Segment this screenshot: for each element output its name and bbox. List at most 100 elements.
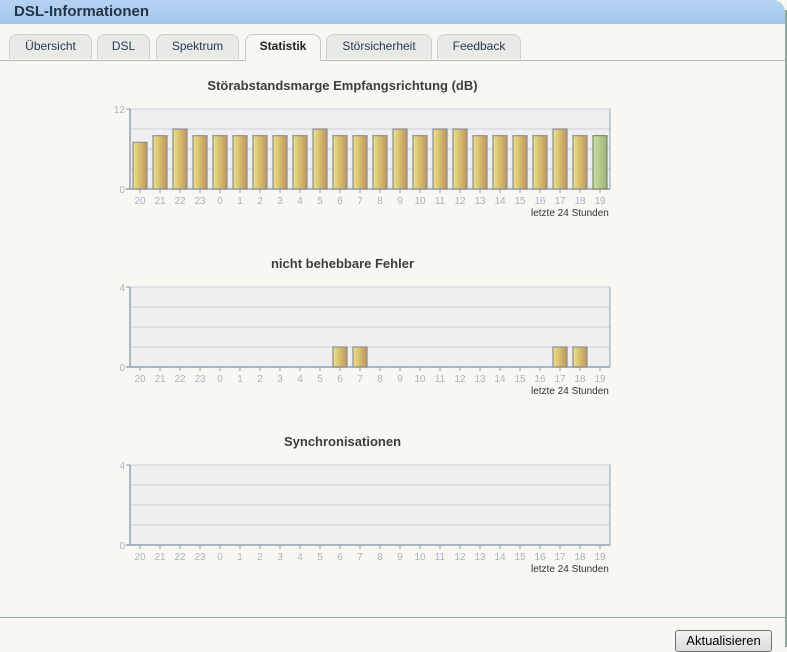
x-tick-label: 10 (414, 196, 426, 207)
x-tick-label: 21 (154, 552, 166, 563)
x-tick-label: 18 (574, 374, 586, 385)
x-tick-label: 9 (397, 374, 403, 385)
x-tick-label: 7 (357, 196, 363, 207)
bar (332, 135, 348, 190)
x-tick-label: 12 (454, 374, 466, 385)
x-tick-label: 8 (377, 196, 383, 207)
tab-bar: Übersicht DSL Spektrum Statistik Störsic… (0, 34, 785, 61)
tab-feedback[interactable]: Feedback (437, 34, 521, 59)
x-tick-label: 20 (134, 374, 146, 385)
x-tick-label: 4 (297, 196, 303, 207)
x-tick-label: 10 (414, 552, 426, 563)
tab-dsl[interactable]: DSL (97, 34, 150, 59)
x-tick-label: 0 (217, 374, 223, 385)
x-tick-label: 0 (217, 552, 223, 563)
bar (152, 135, 168, 190)
bar (472, 135, 488, 190)
chart-svg: 4020 21 22 23 0 1 2 3 4 5 6 7 8 9 10 11 12 13 14 15 16 17 18 19 (119, 461, 611, 563)
x-tick-label: 22 (174, 374, 186, 385)
x-tick-label: 3 (277, 552, 283, 563)
bar (352, 135, 368, 190)
x-tick-label: 17 (554, 374, 566, 385)
x-tick-label: 5 (317, 196, 323, 207)
bar (192, 135, 208, 190)
tab-uebersicht[interactable]: Übersicht (9, 34, 92, 59)
bar (552, 128, 568, 190)
bar (352, 346, 368, 368)
x-tick-label: 0 (217, 196, 223, 207)
x-tick-label: 14 (494, 196, 506, 207)
x-tick-label: 17 (554, 552, 566, 563)
x-tick-label: 16 (534, 374, 546, 385)
tab-stoersicherheit[interactable]: Störsicherheit (326, 34, 432, 59)
x-tick-label: 18 (574, 552, 586, 563)
bar (252, 135, 268, 190)
bar (372, 135, 388, 190)
x-tick-label: 2 (257, 552, 263, 563)
bar (452, 128, 468, 190)
x-tick-label: 15 (514, 374, 526, 385)
x-tick-label: 20 (134, 552, 146, 563)
x-tick-label: 1 (237, 374, 243, 385)
x-tick-label: 21 (154, 196, 166, 207)
tab-spektrum[interactable]: Spektrum (156, 34, 239, 59)
x-tick-label: 6 (337, 552, 343, 563)
x-tick-label: 23 (194, 196, 206, 207)
bar (332, 346, 348, 368)
x-tick-label: 19 (594, 196, 606, 207)
x-tick-label: 17 (554, 196, 566, 207)
x-tick-label: 15 (514, 196, 526, 207)
tab-statistik[interactable]: Statistik (245, 34, 321, 61)
x-tick-label: 19 (594, 552, 606, 563)
x-tick-label: 23 (194, 552, 206, 563)
x-tick-label: 14 (494, 552, 506, 563)
x-tick-label: 10 (414, 374, 426, 385)
x-tick-label: 22 (174, 552, 186, 563)
x-tick-label: 3 (277, 196, 283, 207)
x-tick-label: 5 (317, 374, 323, 385)
x-tick-label: 23 (194, 374, 206, 385)
x-tick-label: 11 (435, 374, 446, 385)
x-tick-label: 8 (377, 552, 383, 563)
bar (232, 135, 248, 190)
x-tick-label: 6 (337, 196, 343, 207)
x-axis-label: letzte 24 Stunden (531, 564, 609, 575)
bar (512, 135, 528, 190)
x-tick-label: 21 (154, 374, 166, 385)
x-tick-label: 6 (337, 374, 343, 385)
x-tick-label: 9 (397, 552, 403, 563)
bar (432, 128, 448, 190)
x-tick-label: 15 (514, 552, 526, 563)
x-tick-label: 9 (397, 196, 403, 207)
bar (572, 135, 588, 190)
y-tick-label: 12 (114, 105, 126, 116)
y-tick-label: 4 (119, 461, 125, 472)
x-tick-label: 1 (237, 196, 243, 207)
bar (172, 128, 188, 190)
bar (492, 135, 508, 190)
x-tick-label: 5 (317, 552, 323, 563)
x-axis-label: letzte 24 Stunden (531, 386, 609, 397)
x-tick-label: 16 (534, 196, 546, 207)
x-tick-label: 19 (594, 374, 606, 385)
x-tick-label: 4 (297, 374, 303, 385)
x-tick-label: 11 (435, 552, 446, 563)
bar (292, 135, 308, 190)
x-tick-label: 1 (237, 552, 243, 563)
x-tick-label: 8 (377, 374, 383, 385)
x-axis-label: letzte 24 Stunden (531, 208, 609, 219)
y-tick-label: 0 (119, 185, 125, 196)
x-tick-label: 16 (534, 552, 546, 563)
x-tick-label: 7 (357, 552, 363, 563)
y-tick-label: 0 (119, 541, 125, 552)
refresh-button[interactable]: Aktualisieren (675, 630, 772, 652)
bar (392, 128, 408, 190)
window-title-bar: DSL-Informationen (0, 0, 785, 24)
x-tick-label: 7 (357, 374, 363, 385)
bar (552, 346, 568, 368)
bar (572, 346, 588, 368)
x-tick-label: 20 (134, 196, 146, 207)
footer-divider (0, 617, 785, 618)
bar-current (592, 135, 608, 190)
bar (272, 135, 288, 190)
